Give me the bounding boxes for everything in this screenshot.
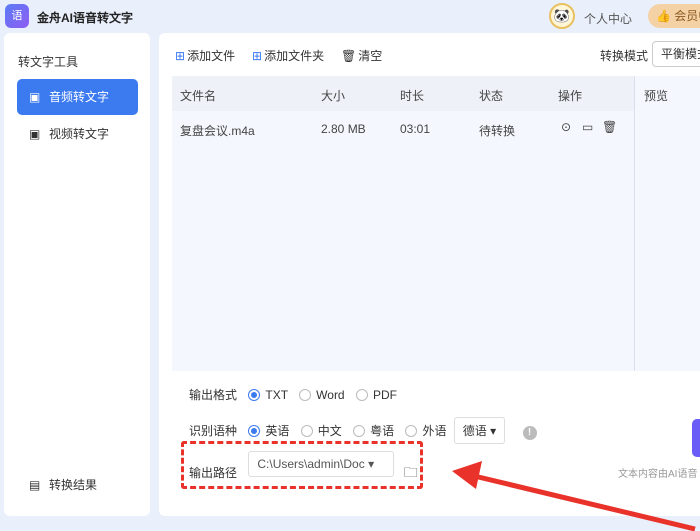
start-button[interactable] <box>692 419 700 457</box>
sidebar-item-results[interactable]: ▤ 转换结果 <box>17 467 138 503</box>
main-panel: ⊞添加文件 ⊞添加文件夹 🗑清空 转换模式 平衡模式 文件名 大小 时长 状态 … <box>159 33 700 516</box>
sidebar-item-audio[interactable]: ▣ 音频转文字 <box>17 79 138 115</box>
add-file-icon: ⊞ <box>175 49 186 63</box>
sidebar-item-label: 音频转文字 <box>49 90 110 104</box>
title-bar: 语 金舟AI语音转文字 🐼 个人中心 👍 会员中心 <box>0 0 700 47</box>
add-folder-label: 添加文件夹 <box>264 49 325 63</box>
radio-label: Word <box>316 388 345 402</box>
mode-label: 转换模式 <box>600 49 649 63</box>
add-folder-button[interactable]: ⊞ 添加文件夹 <box>252 47 324 64</box>
col-actions: 操作 <box>558 89 583 103</box>
radio-word[interactable] <box>299 389 312 401</box>
table-row[interactable]: 复盘会议.m4a 2.80 MB 03:01 待转换 ⊙ ▭ 🗑 <box>172 111 634 146</box>
video-text-icon: ▣ <box>29 127 41 141</box>
col-name: 文件名 <box>180 89 217 103</box>
foreign-lang-value: 德语 <box>462 424 487 438</box>
col-duration: 时长 <box>400 89 425 103</box>
radio-label: 英语 <box>265 424 290 438</box>
thumb-icon: 👍 <box>656 9 671 23</box>
add-file-button[interactable]: ⊞ 添加文件 <box>175 47 235 64</box>
preview-title: 预览 <box>644 89 669 103</box>
app-logo: 语 <box>5 4 29 28</box>
radio-label: 粤语 <box>370 424 395 438</box>
radio-english[interactable] <box>248 425 261 437</box>
foreign-lang-select[interactable]: 德语 ▾ <box>453 417 506 444</box>
radio-cantonese[interactable] <box>353 425 366 437</box>
col-status: 状态 <box>479 89 504 103</box>
play-icon[interactable]: ⊙ <box>561 120 571 134</box>
sidebar: 转文字工具 ▣ 音频转文字 ▣ 视频转文字 ▤ 转换结果 <box>4 33 150 516</box>
format-label: 输出格式 <box>189 388 238 402</box>
user-center-link[interactable]: 个人中心 <box>584 10 632 27</box>
table-header: 文件名 大小 时长 状态 操作 <box>172 76 634 111</box>
lang-label: 识别语种 <box>189 424 238 438</box>
file-name: 复盘会议.m4a <box>180 124 255 138</box>
radio-label: 中文 <box>317 424 342 438</box>
avatar[interactable]: 🐼 <box>549 3 575 29</box>
radio-txt[interactable] <box>248 389 261 401</box>
app-title: 金舟AI语音转文字 <box>37 11 134 25</box>
info-icon[interactable]: ! <box>522 426 537 440</box>
col-size: 大小 <box>321 89 346 103</box>
sidebar-item-label: 视频转文字 <box>49 127 110 141</box>
file-duration: 03:01 <box>400 122 431 136</box>
radio-label: PDF <box>372 388 397 402</box>
add-folder-icon: ⊞ <box>252 49 263 63</box>
trash-icon: 🗑 <box>341 49 357 63</box>
status-bar <box>0 518 700 531</box>
format-options: 输出格式 TXT Word PDF <box>189 386 397 403</box>
mode-select[interactable]: 平衡模式 <box>652 41 700 67</box>
clear-label: 清空 <box>358 49 383 63</box>
radio-chinese[interactable] <box>300 425 313 437</box>
preview-panel: 预览 <box>634 76 700 371</box>
radio-label: 外语 <box>422 424 447 438</box>
radio-pdf[interactable] <box>355 389 368 401</box>
sidebar-heading: 转文字工具 <box>18 55 79 69</box>
radio-foreign[interactable] <box>405 425 418 437</box>
sidebar-item-label: 转换结果 <box>49 478 98 492</box>
annotation-highlight <box>181 441 423 489</box>
file-table: 文件名 大小 时长 状态 操作 复盘会议.m4a 2.80 MB 03:01 待… <box>172 76 634 371</box>
sidebar-item-video[interactable]: ▣ 视频转文字 <box>17 116 138 152</box>
trash-icon[interactable]: 🗑 <box>602 120 617 134</box>
audio-text-icon: ▣ <box>29 90 41 104</box>
language-options: 识别语种 英语 中文 粤语 外语 德语 ▾ ! <box>189 417 537 444</box>
add-file-label: 添加文件 <box>187 49 236 63</box>
file-size: 2.80 MB <box>321 122 366 136</box>
document-icon: ▤ <box>29 478 41 492</box>
folder-icon[interactable]: ▭ <box>582 120 593 134</box>
vip-button[interactable]: 👍 会员中心 <box>648 4 700 47</box>
file-status: 待转换 <box>479 124 516 138</box>
radio-label: TXT <box>265 388 288 402</box>
clear-button[interactable]: 🗑 清空 <box>341 47 382 64</box>
